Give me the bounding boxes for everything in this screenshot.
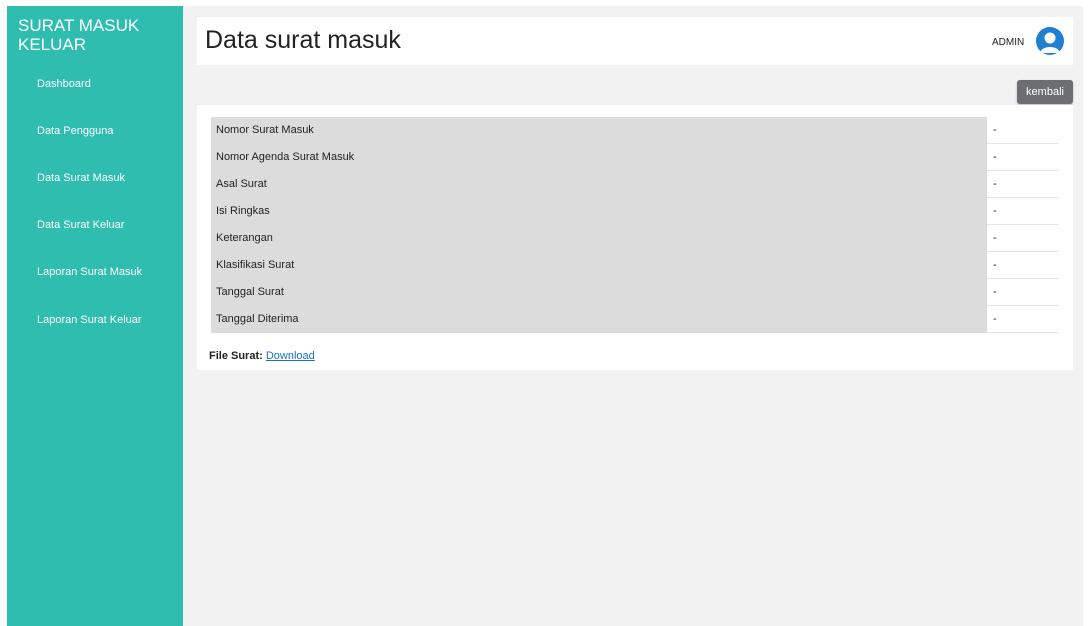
detail-table: Nomor Surat Masuk - Nomor Agenda Surat M… xyxy=(211,117,1059,333)
page-header: Data surat masuk ADMIN xyxy=(197,17,1073,65)
table-row: Tanggal Surat - xyxy=(211,278,1059,306)
field-value: - xyxy=(987,278,1059,306)
sidebar-item-dashboard[interactable]: Dashboard xyxy=(37,78,91,90)
back-button[interactable]: kembali xyxy=(1017,80,1073,104)
field-value: - xyxy=(987,170,1059,198)
file-row: File Surat: Download xyxy=(209,350,315,362)
field-label: Klasifikasi Surat xyxy=(211,251,987,279)
field-value: - xyxy=(987,251,1059,279)
field-value: - xyxy=(987,305,1059,333)
field-value: - xyxy=(987,143,1059,171)
field-label: Asal Surat xyxy=(211,170,987,198)
field-label: Tanggal Diterima xyxy=(211,305,987,333)
field-label: Tanggal Surat xyxy=(211,278,987,306)
sidebar-item-laporan-surat-keluar[interactable]: Laporan Surat Keluar xyxy=(37,314,142,326)
field-label: Isi Ringkas xyxy=(211,197,987,225)
table-row: Keterangan - xyxy=(211,224,1059,252)
sidebar-item-data-pengguna[interactable]: Data Pengguna xyxy=(37,125,113,137)
page-title: Data surat masuk xyxy=(205,26,401,54)
table-row: Klasifikasi Surat - xyxy=(211,251,1059,279)
brand-title: SURAT MASUK KELUAR xyxy=(18,16,140,54)
file-label: File Surat: xyxy=(209,350,263,362)
download-link[interactable]: Download xyxy=(266,350,315,362)
field-label: Nomor Surat Masuk xyxy=(211,117,987,144)
field-value: - xyxy=(987,224,1059,252)
field-label: Nomor Agenda Surat Masuk xyxy=(211,143,987,171)
table-row: Isi Ringkas - xyxy=(211,197,1059,225)
app-frame: SURAT MASUK KELUAR Dashboard Data Penggu… xyxy=(7,6,1083,626)
table-row: Tanggal Diterima - xyxy=(211,305,1059,333)
table-row: Nomor Surat Masuk - xyxy=(211,117,1059,144)
user-name[interactable]: ADMIN xyxy=(992,37,1024,48)
sidebar: SURAT MASUK KELUAR Dashboard Data Penggu… xyxy=(7,6,183,626)
sidebar-item-data-surat-keluar[interactable]: Data Surat Keluar xyxy=(37,219,124,231)
sidebar-item-laporan-surat-masuk[interactable]: Laporan Surat Masuk xyxy=(37,266,142,278)
field-value: - xyxy=(987,117,1059,144)
table-row: Nomor Agenda Surat Masuk - xyxy=(211,143,1059,171)
sidebar-item-data-surat-masuk[interactable]: Data Surat Masuk xyxy=(37,172,125,184)
user-avatar-icon[interactable] xyxy=(1036,27,1064,55)
table-row: Asal Surat - xyxy=(211,170,1059,198)
detail-card: Nomor Surat Masuk - Nomor Agenda Surat M… xyxy=(197,105,1073,370)
field-label: Keterangan xyxy=(211,224,987,252)
field-value: - xyxy=(987,197,1059,225)
